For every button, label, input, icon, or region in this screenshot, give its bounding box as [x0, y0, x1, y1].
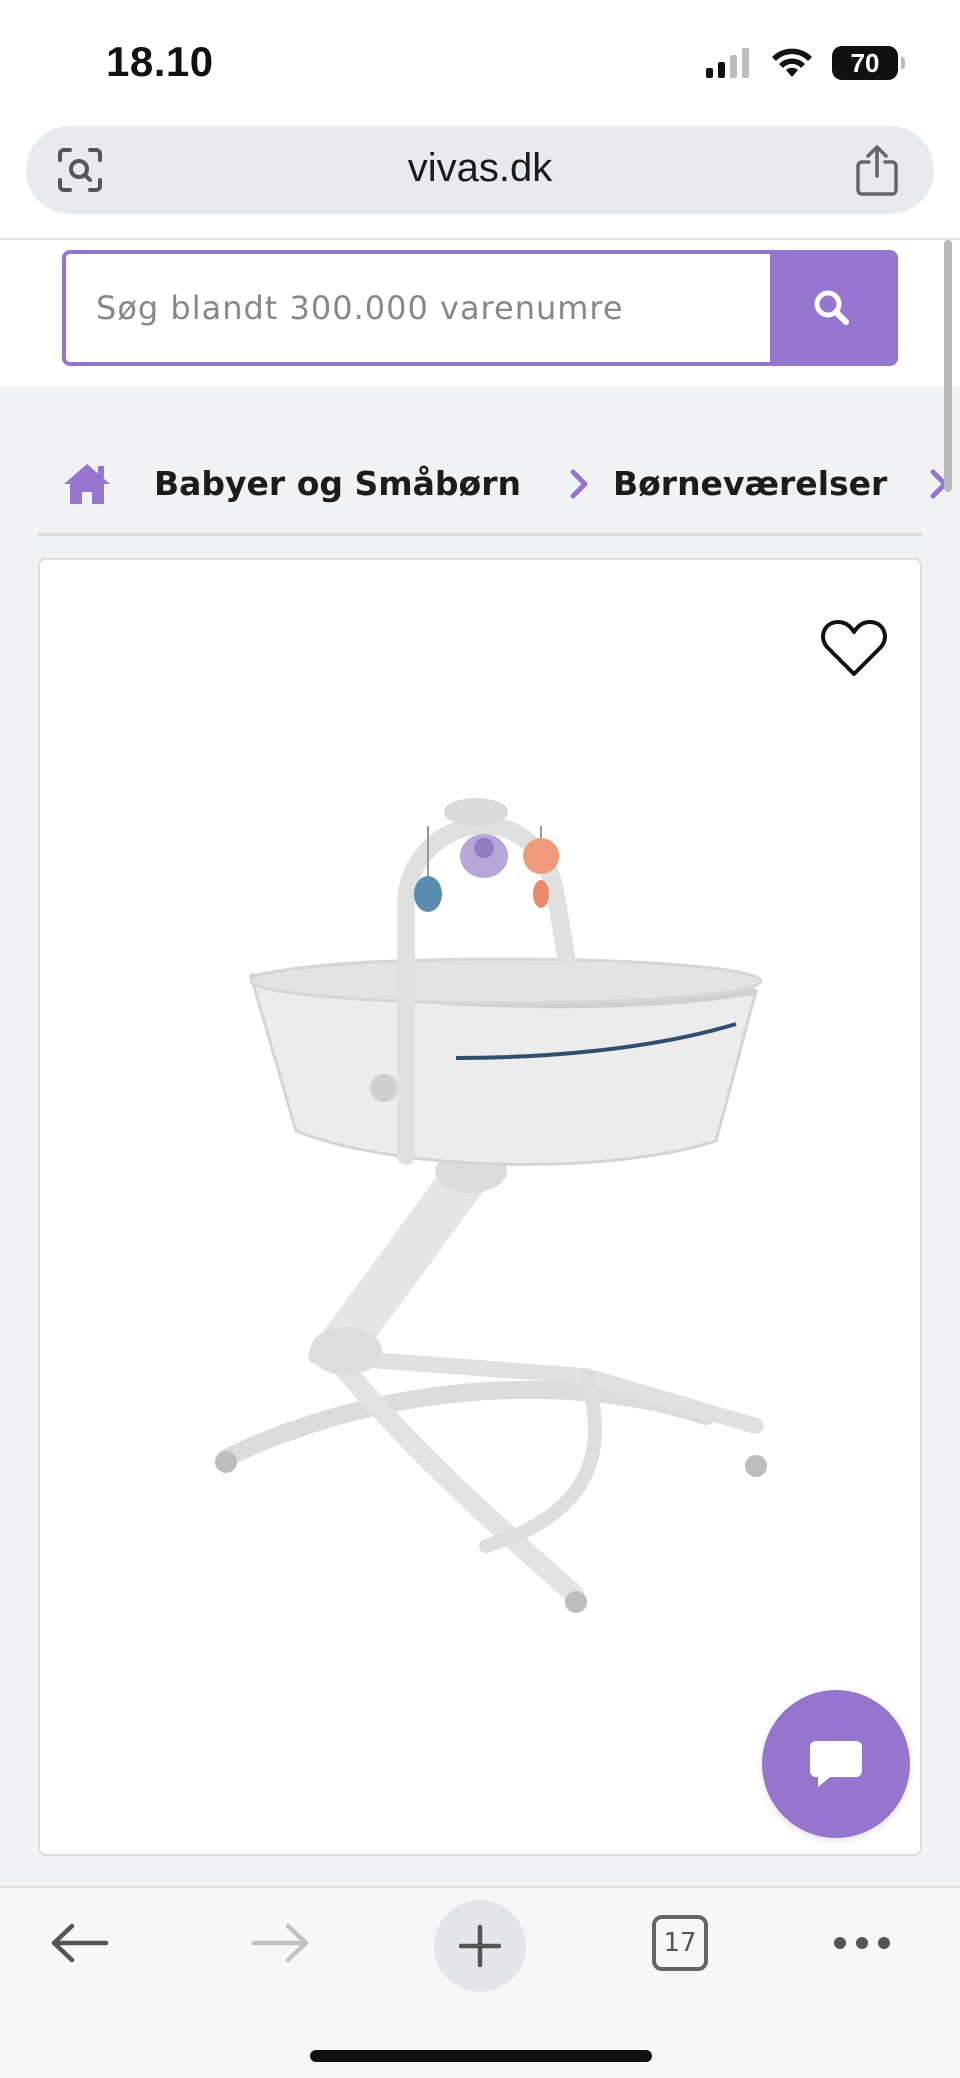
home-icon: [64, 463, 110, 504]
arrow-right-icon: [251, 1923, 309, 1963]
wifi-icon: [772, 48, 812, 77]
product-card: [38, 558, 922, 1856]
plus-icon: [458, 1924, 502, 1968]
scrollbar[interactable]: [944, 240, 952, 492]
breadcrumb-home[interactable]: [62, 462, 112, 506]
product-image[interactable]: [66, 776, 896, 1626]
home-indicator: [310, 2050, 652, 2062]
main-content: Babyer og Småbørn Børneværelser: [0, 386, 960, 1886]
chevron-right-icon: [569, 468, 591, 500]
battery-indicator: 70: [832, 46, 905, 80]
status-time: 18.10: [106, 38, 214, 85]
favorite-button[interactable]: [820, 616, 888, 680]
status-icons: 70: [704, 46, 905, 80]
search-icon: [814, 290, 849, 325]
breadcrumb-item-boernevaerelser[interactable]: Børneværelser: [613, 464, 887, 503]
heart-icon: [821, 620, 887, 676]
tabs-button[interactable]: 17: [648, 1888, 712, 1998]
status-bar: 18.10 70: [0, 0, 960, 120]
more-icon: [834, 1937, 890, 1949]
forward-button[interactable]: [240, 1888, 320, 1998]
chat-icon: [810, 1741, 862, 1787]
breadcrumb-item-babyer[interactable]: Babyer og Småbørn: [154, 464, 521, 503]
browser-toolbar: 17: [0, 1886, 960, 2078]
arrow-left-icon: [51, 1923, 109, 1963]
chat-button[interactable]: [762, 1690, 910, 1838]
cellular-signal-icon: [706, 48, 749, 78]
search-box: [62, 250, 898, 366]
tabs-count: 17: [652, 1915, 708, 1971]
search-input[interactable]: [66, 254, 774, 362]
more-button[interactable]: [822, 1888, 902, 1998]
breadcrumb: Babyer og Småbørn Børneværelser: [38, 446, 948, 536]
back-button[interactable]: [40, 1888, 120, 1998]
url-text[interactable]: vivas.dk: [26, 146, 934, 191]
address-bar[interactable]: vivas.dk: [26, 126, 934, 214]
search-button[interactable]: [770, 254, 894, 362]
search-section: [0, 240, 960, 386]
new-tab-button[interactable]: [434, 1900, 526, 1992]
share-icon[interactable]: [854, 144, 900, 201]
